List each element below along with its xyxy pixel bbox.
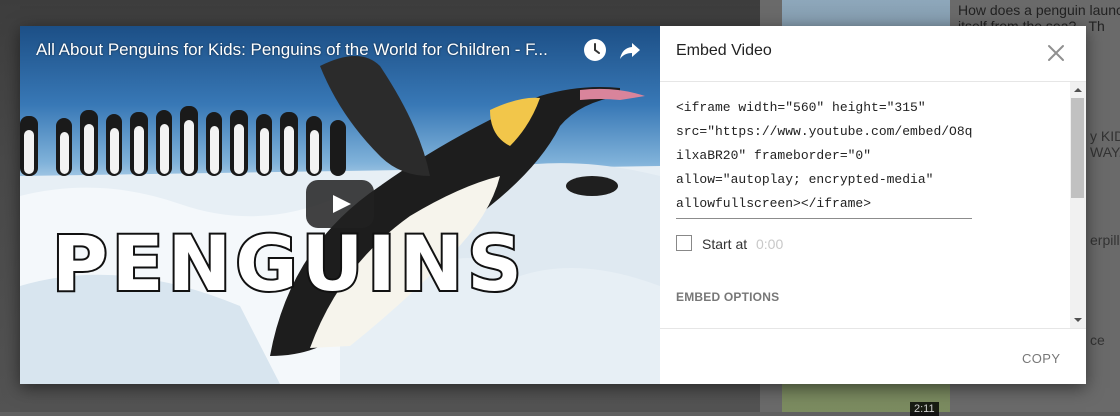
- video-preview[interactable]: All About Penguins for Kids: Penguins of…: [20, 26, 660, 384]
- thumbnail-overlay-text: PENGUINS: [50, 217, 526, 310]
- sidebar-video-title: erpilla: [1090, 232, 1120, 248]
- start-at-label: Start at: [702, 236, 748, 252]
- embed-code-field[interactable]: <iframe width="560" height="315" src="ht…: [676, 96, 972, 219]
- scroll-up-icon[interactable]: [1070, 82, 1086, 98]
- share-icon[interactable]: [618, 38, 642, 62]
- embed-options-toggle[interactable]: EMBED OPTIONS: [676, 290, 779, 304]
- start-at-checkbox[interactable]: [676, 235, 692, 251]
- share-embed-modal: All About Penguins for Kids: Penguins of…: [20, 26, 1086, 384]
- sidebar-video-title: y KIDS: [1090, 128, 1120, 144]
- close-icon[interactable]: [1046, 43, 1066, 63]
- embed-footer: COPY: [660, 328, 1086, 385]
- video-title[interactable]: All About Penguins for Kids: Penguins of…: [36, 40, 576, 60]
- copy-button[interactable]: COPY: [1022, 351, 1060, 366]
- embed-header: Embed Video: [660, 26, 1086, 82]
- embed-title: Embed Video: [676, 42, 772, 59]
- embed-scrollbar[interactable]: [1070, 82, 1086, 328]
- sidebar-video-title: WAY...: [1090, 144, 1120, 160]
- embed-panel: Embed Video <iframe width="560" height="…: [660, 26, 1086, 384]
- sidebar-video-title: How does a penguin launc: [958, 2, 1120, 18]
- embed-body: <iframe width="560" height="315" src="ht…: [660, 82, 1086, 328]
- sidebar-duration-badge: 2:11: [910, 402, 939, 416]
- watch-later-icon[interactable]: [583, 38, 607, 62]
- start-at-time-input[interactable]: 0:00: [756, 236, 783, 252]
- scroll-thumb[interactable]: [1071, 98, 1084, 198]
- sidebar-video-title: ce: [1090, 332, 1105, 348]
- scroll-down-icon[interactable]: [1070, 312, 1086, 328]
